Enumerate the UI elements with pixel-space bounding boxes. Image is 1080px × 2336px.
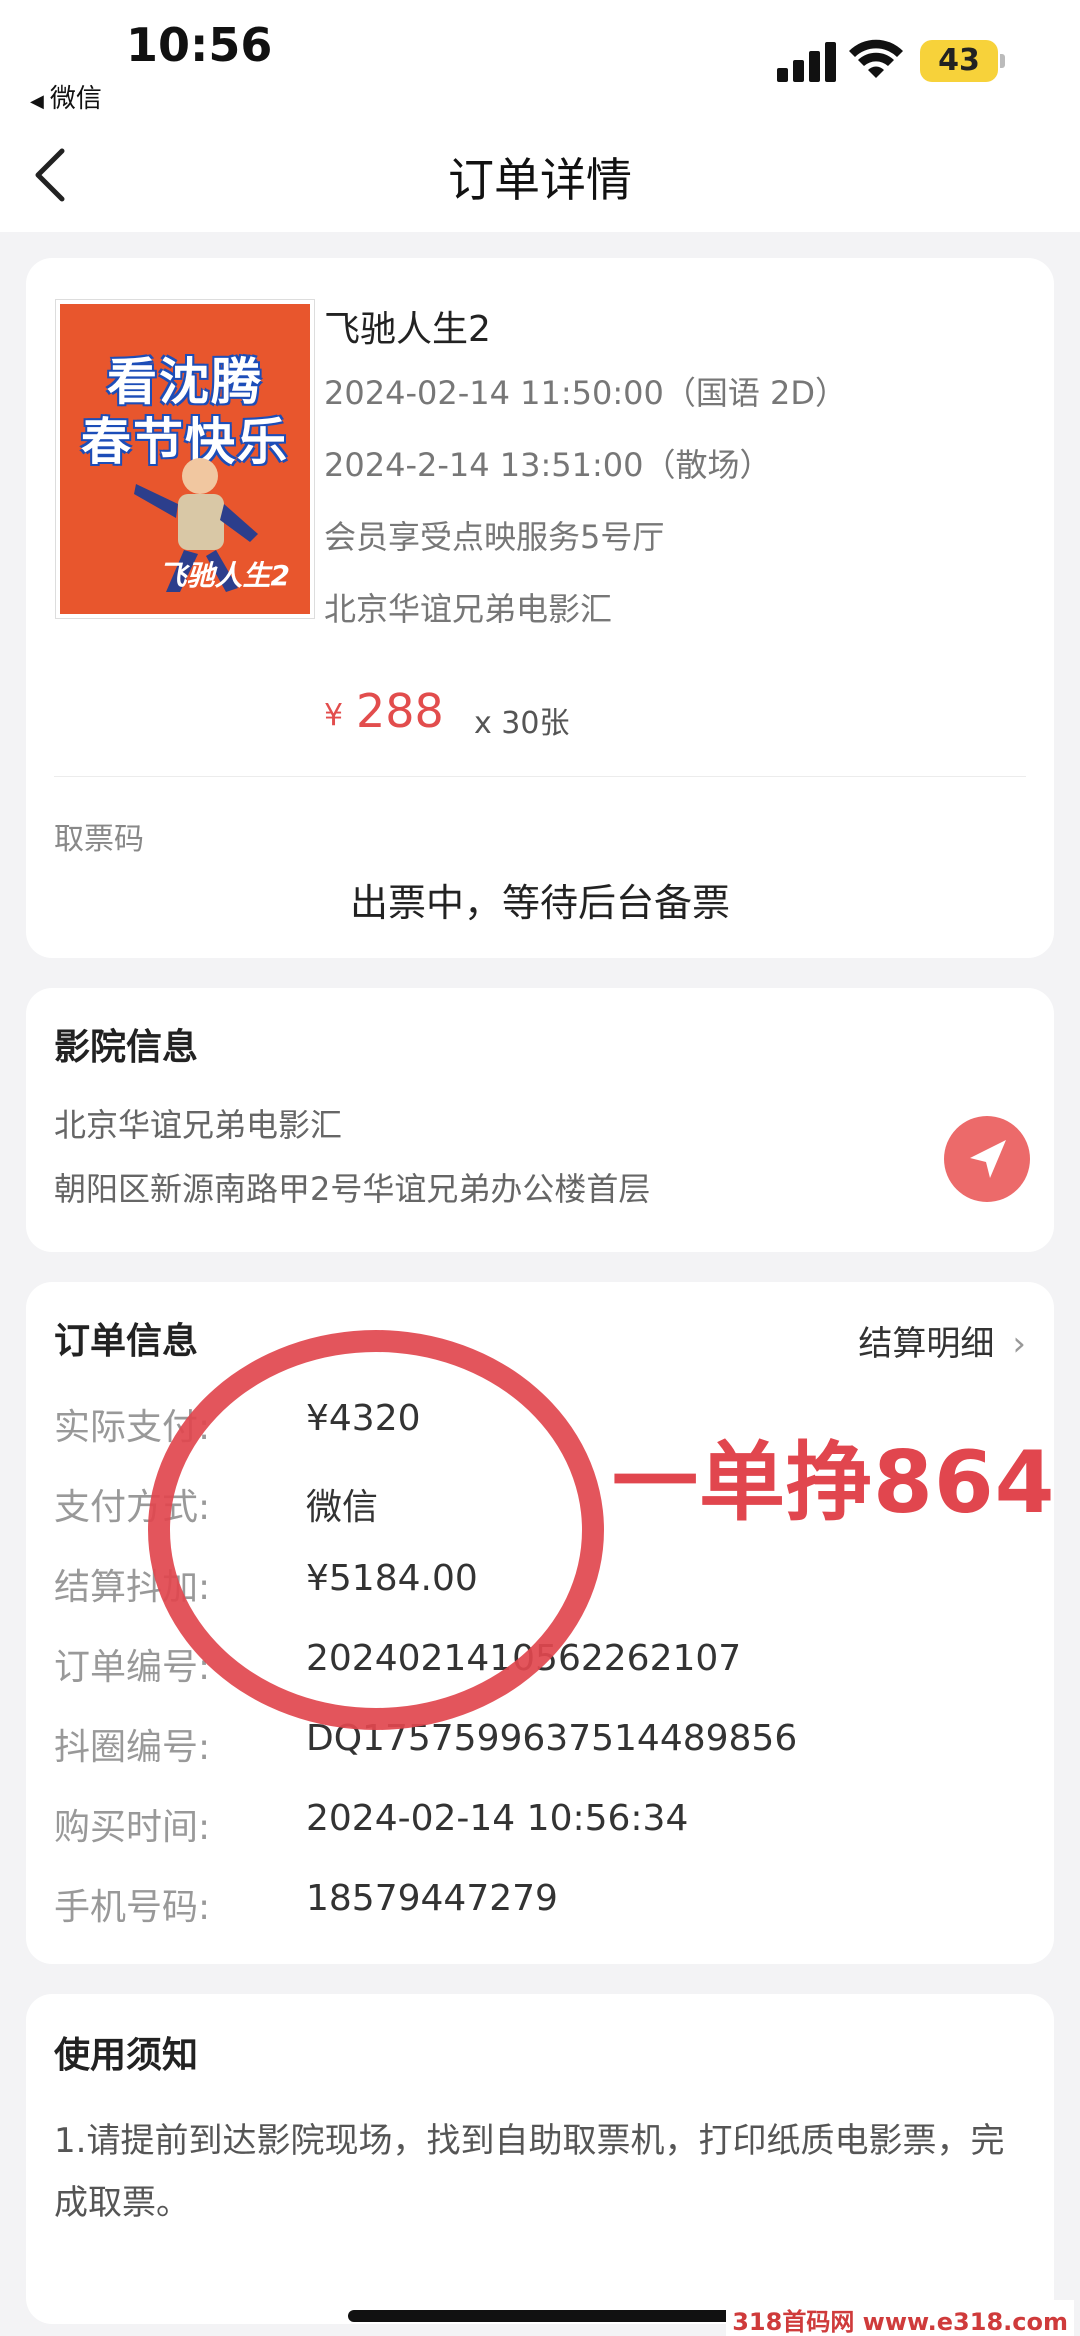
back-triangle-icon: ◀ bbox=[30, 91, 44, 112]
top-bar: 10:56 ◀ 微信 43 订单详情 bbox=[0, 0, 1080, 232]
back-app-label: 微信 bbox=[49, 84, 102, 114]
row-label-order-number: 订单编号: bbox=[54, 1647, 211, 1688]
ticket-code-label: 取票码 bbox=[54, 822, 144, 857]
poster-movie-logo: 飞驰人生2 bbox=[158, 559, 290, 592]
usage-notice-text: 1.请提前到达影院现场，找到自助取票机，打印纸质电影票，完成取票。 bbox=[54, 2121, 1005, 2223]
cinema-info-title: 影院信息 bbox=[54, 1027, 199, 1068]
price-currency: ¥ bbox=[324, 698, 344, 733]
order-info-title: 订单信息 bbox=[54, 1321, 199, 1362]
navigate-button[interactable] bbox=[944, 1116, 1030, 1202]
ticket-price: 288 bbox=[356, 684, 444, 738]
hall-text: 会员享受点映服务5号厅 bbox=[324, 518, 665, 556]
chevron-right-icon: › bbox=[1012, 1324, 1026, 1364]
page-title: 订单详情 bbox=[448, 153, 632, 207]
ticket-quantity: x 30张 bbox=[474, 706, 570, 741]
wifi-icon bbox=[849, 39, 903, 78]
endtime-text: 2024-2-14 13:51:00（散场） bbox=[324, 446, 772, 484]
settlement-detail-link[interactable]: 结算明细 › bbox=[858, 1316, 1026, 1365]
battery-indicator: 43 bbox=[920, 40, 998, 82]
row-label-douquan-number: 抖圈编号: bbox=[54, 1727, 211, 1768]
cellular-signal-icon bbox=[777, 40, 837, 82]
row-value-phone: 18579447279 bbox=[306, 1878, 558, 1919]
battery-tip bbox=[1000, 54, 1005, 68]
movie-card: 看沈腾 春节快乐 飞驰人生2 飞驰人生2 2024-02-14 11:50:00… bbox=[26, 258, 1054, 958]
ticket-status: 出票中，等待后台备票 bbox=[349, 881, 730, 925]
watermark: 318首码网 www.e318.com bbox=[726, 2300, 1074, 2336]
cinema-address: 朝阳区新源南路甲2号华谊兄弟办公楼首层 bbox=[54, 1170, 651, 1208]
row-value-purchase-time: 2024-02-14 10:56:34 bbox=[306, 1798, 689, 1839]
divider bbox=[54, 776, 1026, 777]
usage-notice-card: 使用须知 1.请提前到达影院现场，找到自助取票机，打印纸质电影票，完成取票。 bbox=[26, 1994, 1054, 2324]
row-label-phone: 手机号码: bbox=[54, 1887, 211, 1928]
cinema-name: 北京华谊兄弟电影汇 bbox=[54, 1106, 343, 1144]
home-indicator[interactable] bbox=[348, 2310, 732, 2322]
status-time: 10:56 bbox=[126, 18, 273, 72]
usage-notice-title: 使用须知 bbox=[54, 2035, 199, 2076]
back-to-app-link[interactable]: ◀ 微信 bbox=[30, 78, 102, 115]
row-label-purchase-time: 购买时间: bbox=[54, 1807, 211, 1848]
cinema-name-text: 北京华谊兄弟电影汇 bbox=[324, 590, 613, 628]
cinema-info-card: 影院信息 北京华谊兄弟电影汇 朝阳区新源南路甲2号华谊兄弟办公楼首层 bbox=[26, 988, 1054, 1252]
movie-title: 飞驰人生2 bbox=[324, 309, 491, 350]
settlement-detail-label: 结算明细 bbox=[858, 1324, 995, 1364]
showtime-text: 2024-02-14 11:50:00（国语 2D） bbox=[324, 374, 848, 412]
annotation-circle bbox=[148, 1330, 604, 1730]
annotation-text: 一单挣864 bbox=[612, 1433, 1056, 1533]
movie-poster[interactable]: 看沈腾 春节快乐 飞驰人生2 bbox=[56, 300, 314, 618]
navigation-arrow-icon bbox=[970, 1140, 1006, 1178]
